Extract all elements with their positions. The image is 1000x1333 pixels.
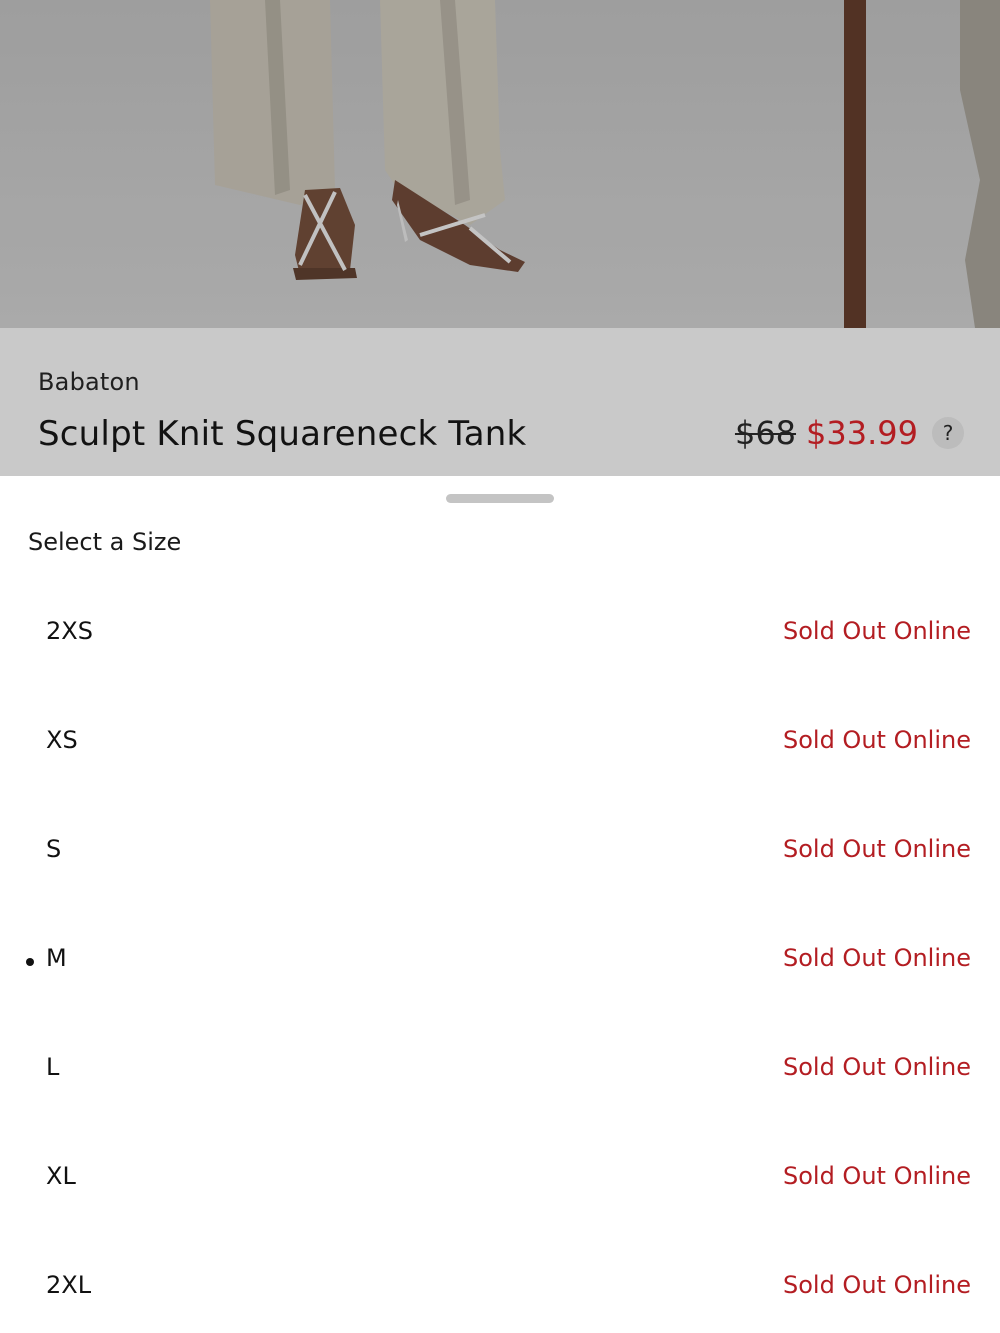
size-option-2xl[interactable]: 2XL Sold Out Online	[0, 1245, 1000, 1333]
size-option-xl[interactable]: XL Sold Out Online	[0, 1136, 1000, 1245]
brand-name: Babaton	[38, 368, 140, 396]
sheet-title: Select a Size	[28, 528, 182, 556]
size-label: S	[46, 835, 62, 863]
product-image	[0, 0, 1000, 328]
availability-status: Sold Out Online	[782, 617, 971, 645]
sheet-drag-handle[interactable]	[446, 494, 554, 503]
original-price: $68	[734, 414, 797, 452]
size-option-m[interactable]: M Sold Out Online	[0, 918, 1000, 1027]
size-label: XL	[46, 1162, 76, 1190]
size-list: 2XS Sold Out Online XS Sold Out Online S…	[0, 591, 1000, 1333]
availability-status: Sold Out Online	[782, 835, 971, 863]
size-option-xs[interactable]: XS Sold Out Online	[0, 700, 1000, 809]
product-header: Babaton Sculpt Knit Squareneck Tank $68 …	[0, 328, 1000, 476]
selected-indicator-icon	[26, 958, 34, 966]
size-option-l[interactable]: L Sold Out Online	[0, 1027, 1000, 1136]
size-label: XS	[46, 726, 78, 754]
price-help-icon[interactable]: ?	[932, 417, 964, 449]
size-label: L	[46, 1053, 60, 1081]
availability-status: Sold Out Online	[782, 1053, 971, 1081]
sale-price: $33.99	[806, 414, 918, 452]
size-label: 2XS	[46, 617, 93, 645]
size-label: 2XL	[46, 1271, 92, 1299]
availability-status: Sold Out Online	[782, 1271, 971, 1299]
availability-status: Sold Out Online	[782, 726, 971, 754]
availability-status: Sold Out Online	[782, 1162, 971, 1190]
size-label: M	[46, 944, 67, 972]
size-option-2xs[interactable]: 2XS Sold Out Online	[0, 591, 1000, 700]
product-title: Sculpt Knit Squareneck Tank	[38, 414, 527, 454]
size-option-s[interactable]: S Sold Out Online	[0, 809, 1000, 918]
product-photo	[0, 0, 1000, 328]
size-selector-sheet: Select a Size 2XS Sold Out Online XS Sol…	[0, 476, 1000, 1333]
availability-status: Sold Out Online	[782, 944, 971, 972]
price-group: $68 $33.99 ?	[735, 414, 964, 452]
